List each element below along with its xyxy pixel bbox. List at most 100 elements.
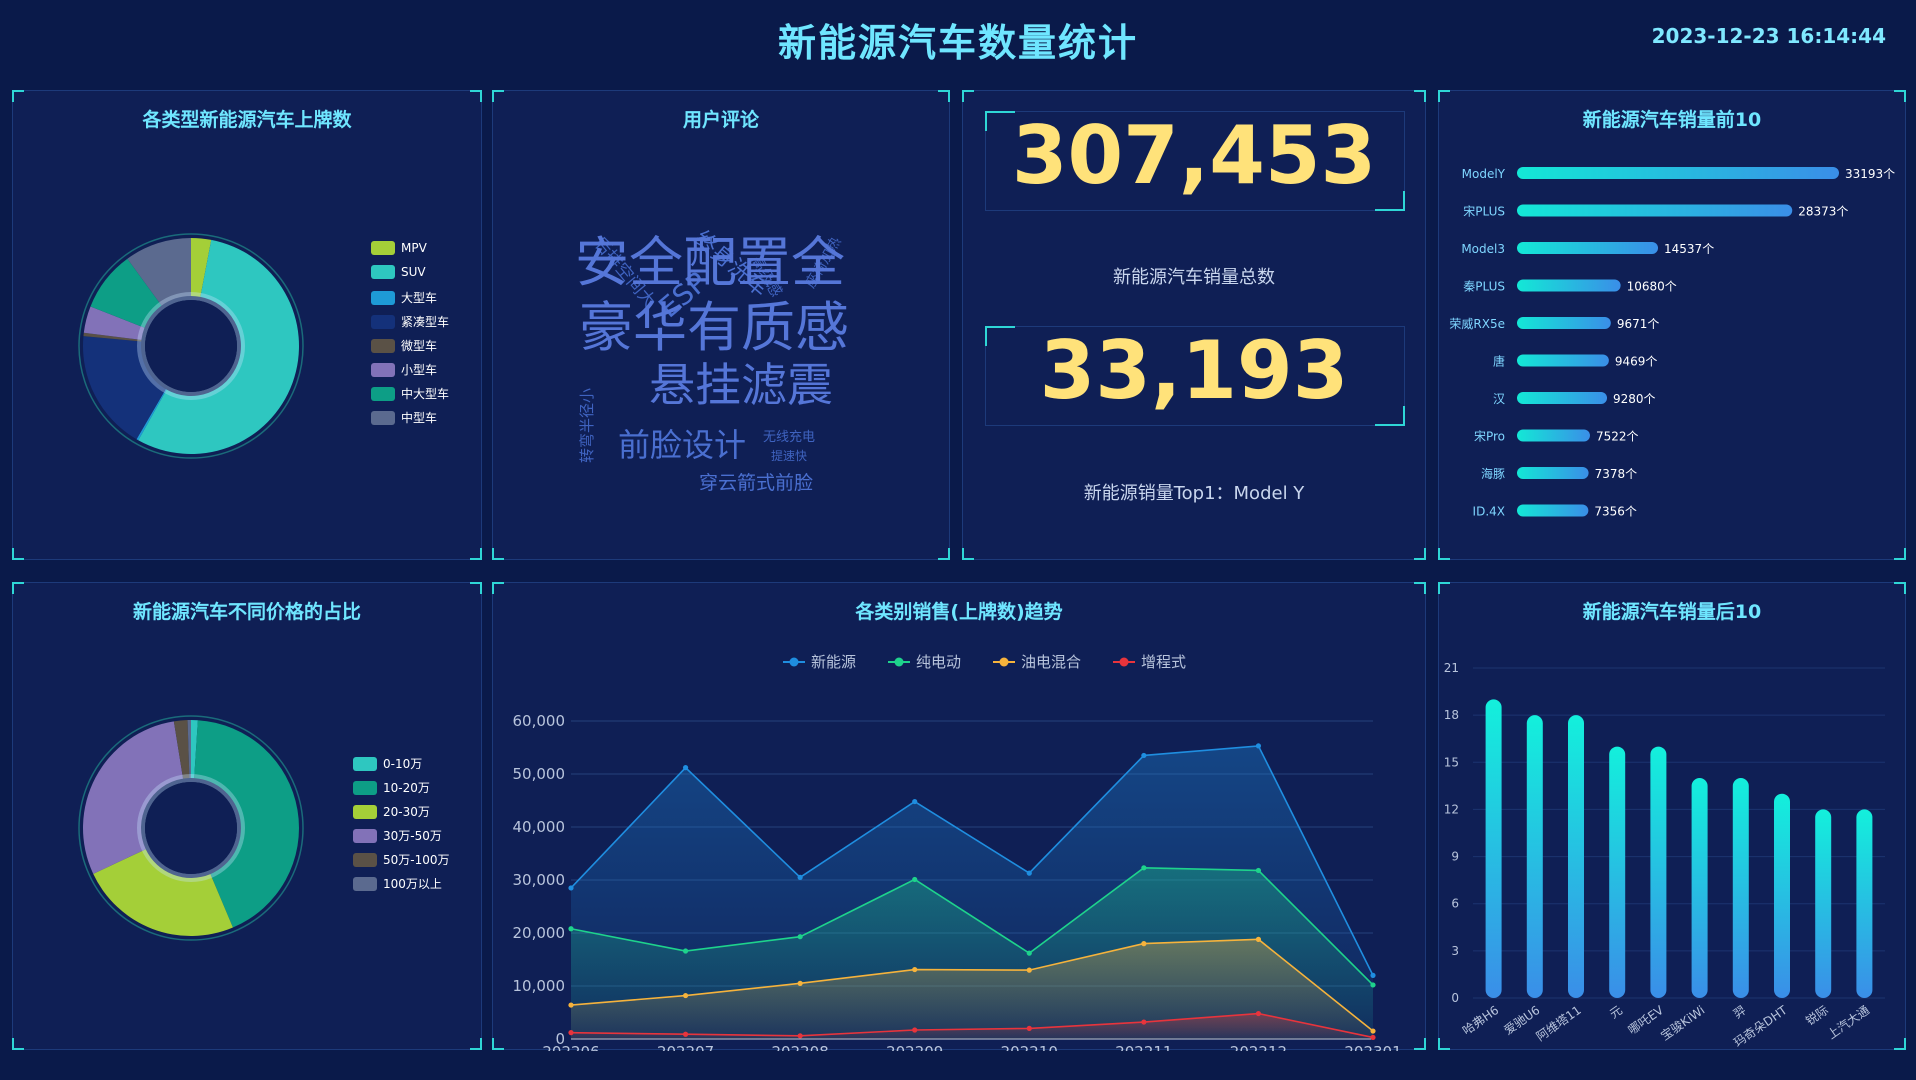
- legend-item[interactable]: 中型车: [371, 409, 437, 426]
- legend-item[interactable]: MPV: [371, 241, 427, 255]
- bar[interactable]: [1517, 354, 1609, 367]
- corner-decor: [12, 90, 24, 102]
- data-point[interactable]: [912, 966, 918, 973]
- data-point[interactable]: [797, 980, 803, 986]
- data-point[interactable]: [797, 1033, 803, 1039]
- bar[interactable]: [1691, 778, 1708, 998]
- data-point[interactable]: [1370, 982, 1376, 988]
- bar[interactable]: [1650, 746, 1667, 998]
- data-point[interactable]: [912, 876, 918, 883]
- legend-item[interactable]: 紧凑型车: [371, 313, 449, 330]
- legend-swatch: [371, 410, 395, 425]
- legend-item[interactable]: 20-30万: [353, 803, 430, 820]
- bar[interactable]: [1774, 793, 1790, 998]
- legend-item[interactable]: 微型车: [371, 337, 437, 354]
- data-point[interactable]: [797, 934, 803, 940]
- corner-decor: [1894, 90, 1906, 102]
- x-tick-label: 哈弗H6: [1460, 1003, 1501, 1038]
- data-point[interactable]: [1141, 865, 1147, 871]
- data-point[interactable]: [1255, 936, 1262, 942]
- bar-category-label: Model3: [1461, 242, 1505, 256]
- data-point[interactable]: [1026, 1025, 1032, 1031]
- legend-marker[interactable]: [1119, 657, 1129, 667]
- word: 无线充电: [763, 429, 815, 445]
- data-point[interactable]: [1141, 1019, 1147, 1025]
- corner-decor: [1438, 582, 1450, 594]
- legend-label: 20-30万: [383, 805, 430, 819]
- data-point[interactable]: [1141, 752, 1147, 759]
- data-point[interactable]: [1370, 1034, 1376, 1041]
- bar[interactable]: [1815, 809, 1832, 998]
- bar[interactable]: [1517, 279, 1621, 292]
- y-tick-label: 9: [1451, 850, 1459, 864]
- data-point[interactable]: [568, 1002, 574, 1008]
- y-tick-label: 21: [1444, 661, 1459, 675]
- bar[interactable]: [1517, 242, 1659, 254]
- legend-label[interactable]: 油电混合: [1021, 653, 1081, 671]
- legend-item[interactable]: 小型车: [371, 361, 437, 378]
- data-point[interactable]: [1141, 941, 1147, 947]
- legend-label[interactable]: 纯电动: [916, 653, 961, 671]
- data-point[interactable]: [568, 885, 574, 891]
- data-point[interactable]: [1370, 1028, 1376, 1034]
- data-point[interactable]: [682, 1031, 689, 1037]
- legend-label: 中型车: [401, 411, 438, 425]
- legend-label[interactable]: 新能源: [811, 653, 856, 671]
- bar[interactable]: [1517, 392, 1608, 404]
- data-point[interactable]: [1370, 972, 1376, 978]
- legend-label: 10-20万: [383, 781, 430, 795]
- legend-marker[interactable]: [999, 657, 1009, 667]
- legend-item[interactable]: 0-10万: [353, 755, 422, 772]
- legend-item[interactable]: 50万-100万: [353, 851, 450, 868]
- corner-decor: [1414, 582, 1426, 594]
- data-point[interactable]: [568, 926, 574, 932]
- bar[interactable]: [1517, 167, 1839, 179]
- bar-value-label: 14537个: [1664, 242, 1714, 256]
- data-point[interactable]: [1026, 967, 1032, 973]
- bar[interactable]: [1485, 699, 1502, 998]
- bar-category-label: 汉: [1493, 392, 1505, 406]
- data-point[interactable]: [682, 765, 689, 771]
- legend-item[interactable]: 30万-50万: [353, 827, 442, 844]
- bar-category-label: 宋PLUS: [1463, 204, 1505, 219]
- bar[interactable]: [1609, 746, 1626, 998]
- data-point[interactable]: [912, 1027, 918, 1033]
- legend-item[interactable]: 中大型车: [371, 385, 449, 402]
- legend-item[interactable]: SUV: [371, 265, 426, 279]
- bar[interactable]: [1517, 504, 1589, 517]
- data-point[interactable]: [568, 1030, 574, 1036]
- bar[interactable]: [1732, 778, 1749, 998]
- legend-label: 小型车: [401, 363, 438, 377]
- legend-swatch: [371, 314, 395, 329]
- corner-decor: [1414, 90, 1426, 102]
- bar[interactable]: [1517, 317, 1611, 329]
- legend-marker[interactable]: [789, 657, 799, 667]
- legend-label[interactable]: 增程式: [1141, 653, 1186, 671]
- data-point[interactable]: [682, 992, 689, 999]
- legend-marker[interactable]: [894, 657, 904, 667]
- bar[interactable]: [1517, 429, 1590, 442]
- legend-label: 30万-50万: [383, 829, 442, 843]
- legend-item[interactable]: 100万以上: [353, 875, 442, 892]
- data-point[interactable]: [912, 798, 918, 805]
- word: 豪华有质感: [579, 296, 849, 359]
- bar-category-label: 唐: [1493, 354, 1505, 369]
- data-point[interactable]: [1026, 870, 1032, 876]
- bar[interactable]: [1526, 715, 1543, 998]
- bar[interactable]: [1517, 467, 1589, 479]
- panel-top10: 新能源汽车销量前10 ModelY 33193个 宋PLUS 28373个 Model3…: [1438, 90, 1906, 560]
- bar[interactable]: [1517, 204, 1793, 217]
- data-point[interactable]: [1026, 950, 1032, 956]
- word: 穿云箭式前脸: [699, 472, 813, 494]
- bar[interactable]: [1856, 809, 1873, 998]
- corner-decor: [1438, 90, 1450, 102]
- legend-item[interactable]: 10-20万: [353, 779, 430, 796]
- data-point[interactable]: [797, 874, 803, 880]
- panel-price-pie: 新能源汽车不同价格的占比 0-10万 10-20万 20-30万 30万-50万 50万…: [12, 582, 482, 1050]
- legend-item[interactable]: 大型车: [371, 289, 437, 306]
- data-point[interactable]: [1255, 867, 1262, 874]
- data-point[interactable]: [682, 948, 689, 954]
- bar[interactable]: [1568, 715, 1584, 998]
- data-point[interactable]: [1255, 743, 1262, 749]
- data-point[interactable]: [1255, 1010, 1262, 1017]
